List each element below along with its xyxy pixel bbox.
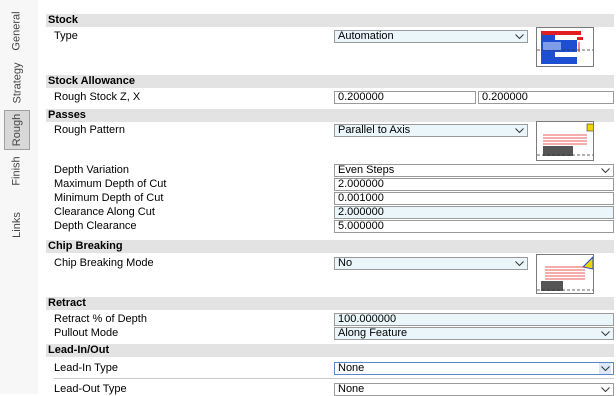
chevron-down-icon [513, 258, 525, 269]
max-depth-input[interactable]: 2.000000 [334, 178, 614, 191]
stock-type-value: Automation [338, 30, 394, 42]
lead-out-type-value: None [338, 383, 365, 395]
min-depth-label: Minimum Depth of Cut [54, 192, 164, 204]
chevron-down-icon [599, 165, 611, 176]
rough-stock-x-input[interactable]: 0.200000 [478, 91, 614, 104]
depth-variation-label: Depth Variation [54, 164, 130, 176]
row-separator [54, 378, 614, 379]
pullout-mode-dropdown[interactable]: Along Feature [334, 327, 614, 340]
section-header-lead-in-out: Lead-In/Out [46, 344, 614, 357]
tab-finish-label: Finish [11, 156, 23, 186]
lead-out-type-dropdown[interactable]: None [334, 383, 614, 396]
chip-breaking-mode-label: Chip Breaking Mode [54, 257, 154, 269]
vertical-tab-strip: General Strategy Rough Finish Links [0, 0, 38, 394]
tab-rough-label: Rough [11, 113, 24, 147]
min-depth-input[interactable]: 0.001000 [334, 192, 614, 205]
depth-variation-value: Even Steps [338, 164, 395, 176]
rough-stock-label: Rough Stock Z, X [54, 91, 141, 103]
rough-pattern-label: Rough Pattern [54, 124, 125, 136]
chevron-down-icon [599, 363, 611, 374]
tab-strategy[interactable]: Strategy [4, 60, 30, 106]
lead-in-type-dropdown[interactable]: None [334, 362, 614, 375]
tab-rough[interactable]: Rough [4, 110, 30, 150]
rough-pattern-value: Parallel to Axis [338, 124, 411, 136]
tab-links-label: Links [11, 212, 23, 238]
parallel-to-axis-preview-icon [536, 121, 594, 161]
chip-breaking-preview-icon [536, 254, 594, 294]
pullout-mode-label: Pullout Mode [54, 327, 119, 339]
max-depth-label: Maximum Depth of Cut [54, 178, 167, 190]
rough-pattern-dropdown[interactable]: Parallel to Axis [334, 124, 528, 137]
chevron-down-icon [599, 384, 611, 395]
lead-in-type-label: Lead-In Type [54, 362, 119, 374]
section-header-stock-allowance: Stock Allowance [46, 75, 614, 88]
lead-out-type-label: Lead-Out Type [54, 383, 127, 395]
depth-clearance-label: Depth Clearance [54, 220, 137, 232]
section-header-retract: Retract [46, 297, 614, 310]
section-header-chip-breaking: Chip Breaking [46, 240, 614, 253]
chevron-down-icon [599, 328, 611, 339]
tab-strategy-label: Strategy [11, 62, 23, 104]
tab-links[interactable]: Links [4, 208, 30, 242]
section-header-passes: Passes [46, 109, 614, 122]
chevron-down-icon [513, 31, 525, 42]
retract-percent-input[interactable]: 100.000000 [334, 313, 614, 326]
retract-percent-label: Retract % of Depth [54, 313, 147, 325]
stock-type-dropdown[interactable]: Automation [334, 30, 528, 43]
clearance-along-cut-label: Clearance Along Cut [54, 206, 155, 218]
stock-type-label: Type [54, 30, 78, 42]
pullout-mode-value: Along Feature [338, 327, 408, 339]
lead-in-type-value: None [338, 362, 365, 374]
chip-breaking-mode-dropdown[interactable]: No [334, 257, 528, 270]
depth-clearance-input[interactable]: 5.000000 [334, 220, 614, 233]
stock-automation-preview-icon [536, 27, 594, 67]
depth-variation-dropdown[interactable]: Even Steps [334, 164, 614, 177]
tab-general[interactable]: General [4, 6, 30, 56]
tab-general-label: General [11, 11, 24, 51]
rough-stock-z-input[interactable]: 0.200000 [334, 91, 476, 104]
rough-parameters-panel: Stock Type Automation Stock Allowance Ro… [46, 0, 614, 396]
section-header-stock: Stock [46, 14, 614, 27]
chevron-down-icon [513, 125, 525, 136]
tab-finish[interactable]: Finish [4, 154, 30, 188]
clearance-along-cut-input[interactable]: 2.000000 [334, 206, 614, 219]
chip-breaking-mode-value: No [338, 257, 353, 269]
